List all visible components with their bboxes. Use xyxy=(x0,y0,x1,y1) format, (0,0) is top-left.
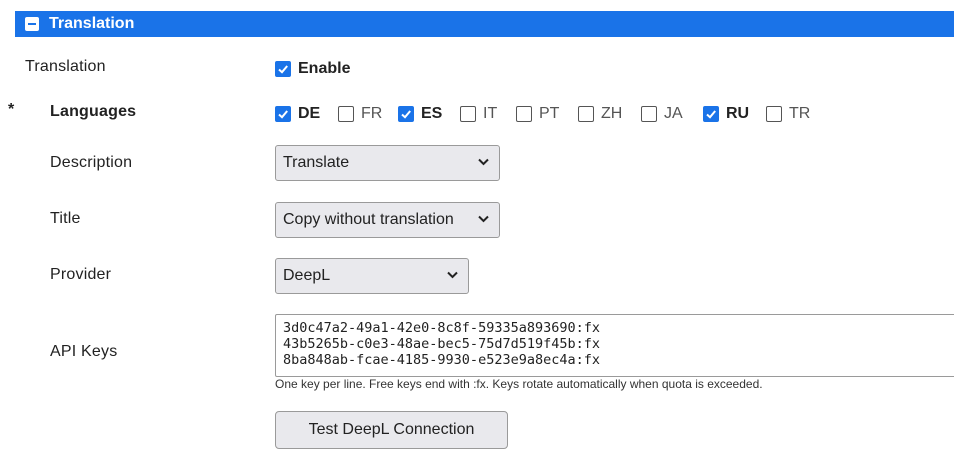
enable-label: Enable xyxy=(298,60,351,77)
language-code: ZH xyxy=(601,105,623,122)
description-value: Translate xyxy=(283,154,350,171)
language-checkbox-de[interactable]: DE xyxy=(275,105,320,123)
checkbox-unchecked-icon[interactable] xyxy=(516,106,532,122)
enable-checkbox[interactable]: Enable xyxy=(275,60,350,78)
api-keys-textarea[interactable]: 3d0c47a2-49a1-42e0-8c8f-59335a893690:fx … xyxy=(275,314,954,377)
language-checkbox-tr[interactable]: TR xyxy=(766,105,810,123)
provider-value: DeepL xyxy=(283,267,331,284)
checkbox-checked-icon[interactable] xyxy=(275,106,291,122)
description-label: Description xyxy=(50,154,133,171)
title-label: Title xyxy=(50,210,81,227)
title-select[interactable]: Copy without translation xyxy=(275,202,500,238)
language-code: PT xyxy=(539,105,560,122)
language-code: FR xyxy=(361,105,383,122)
checkbox-checked-icon[interactable] xyxy=(275,61,291,77)
language-checkbox-ru[interactable]: RU xyxy=(703,105,749,123)
provider-select[interactable]: DeepL xyxy=(275,258,469,294)
language-code: JA xyxy=(664,105,683,122)
checkbox-checked-icon[interactable] xyxy=(703,106,719,122)
checkbox-unchecked-icon[interactable] xyxy=(641,106,657,122)
chevron-down-icon xyxy=(447,271,458,279)
title-value: Copy without translation xyxy=(283,211,454,228)
checkbox-unchecked-icon[interactable] xyxy=(338,106,354,122)
chevron-down-icon xyxy=(478,158,489,166)
checkbox-unchecked-icon[interactable] xyxy=(578,106,594,122)
chevron-down-icon xyxy=(478,215,489,223)
minus-square-icon[interactable] xyxy=(25,17,39,31)
checkbox-checked-icon[interactable] xyxy=(398,106,414,122)
language-checkbox-it[interactable]: IT xyxy=(460,105,497,123)
language-checkbox-es[interactable]: ES xyxy=(398,105,442,123)
language-checkbox-pt[interactable]: PT xyxy=(516,105,559,123)
section-header-translation[interactable]: Translation xyxy=(15,11,954,37)
languages-label: Languages xyxy=(50,103,137,120)
language-checkbox-fr[interactable]: FR xyxy=(338,105,382,123)
language-checkbox-zh[interactable]: ZH xyxy=(578,105,622,123)
checkbox-unchecked-icon[interactable] xyxy=(460,106,476,122)
language-code: IT xyxy=(483,105,498,122)
description-select[interactable]: Translate xyxy=(275,145,500,181)
language-code: RU xyxy=(726,105,750,122)
required-marker: * xyxy=(8,101,15,118)
translation-label: Translation xyxy=(25,58,106,75)
provider-label: Provider xyxy=(50,266,112,283)
language-code: DE xyxy=(298,105,321,122)
checkbox-unchecked-icon[interactable] xyxy=(766,106,782,122)
api-keys-hint: One key per line. Free keys end with :fx… xyxy=(275,377,763,391)
language-code: TR xyxy=(789,105,811,122)
test-deepl-connection-button[interactable]: Test DeepL Connection xyxy=(275,411,508,449)
section-title: Translation xyxy=(49,15,135,32)
api-keys-label: API Keys xyxy=(50,343,118,360)
language-code: ES xyxy=(421,105,443,122)
language-checkbox-ja[interactable]: JA xyxy=(641,105,683,123)
